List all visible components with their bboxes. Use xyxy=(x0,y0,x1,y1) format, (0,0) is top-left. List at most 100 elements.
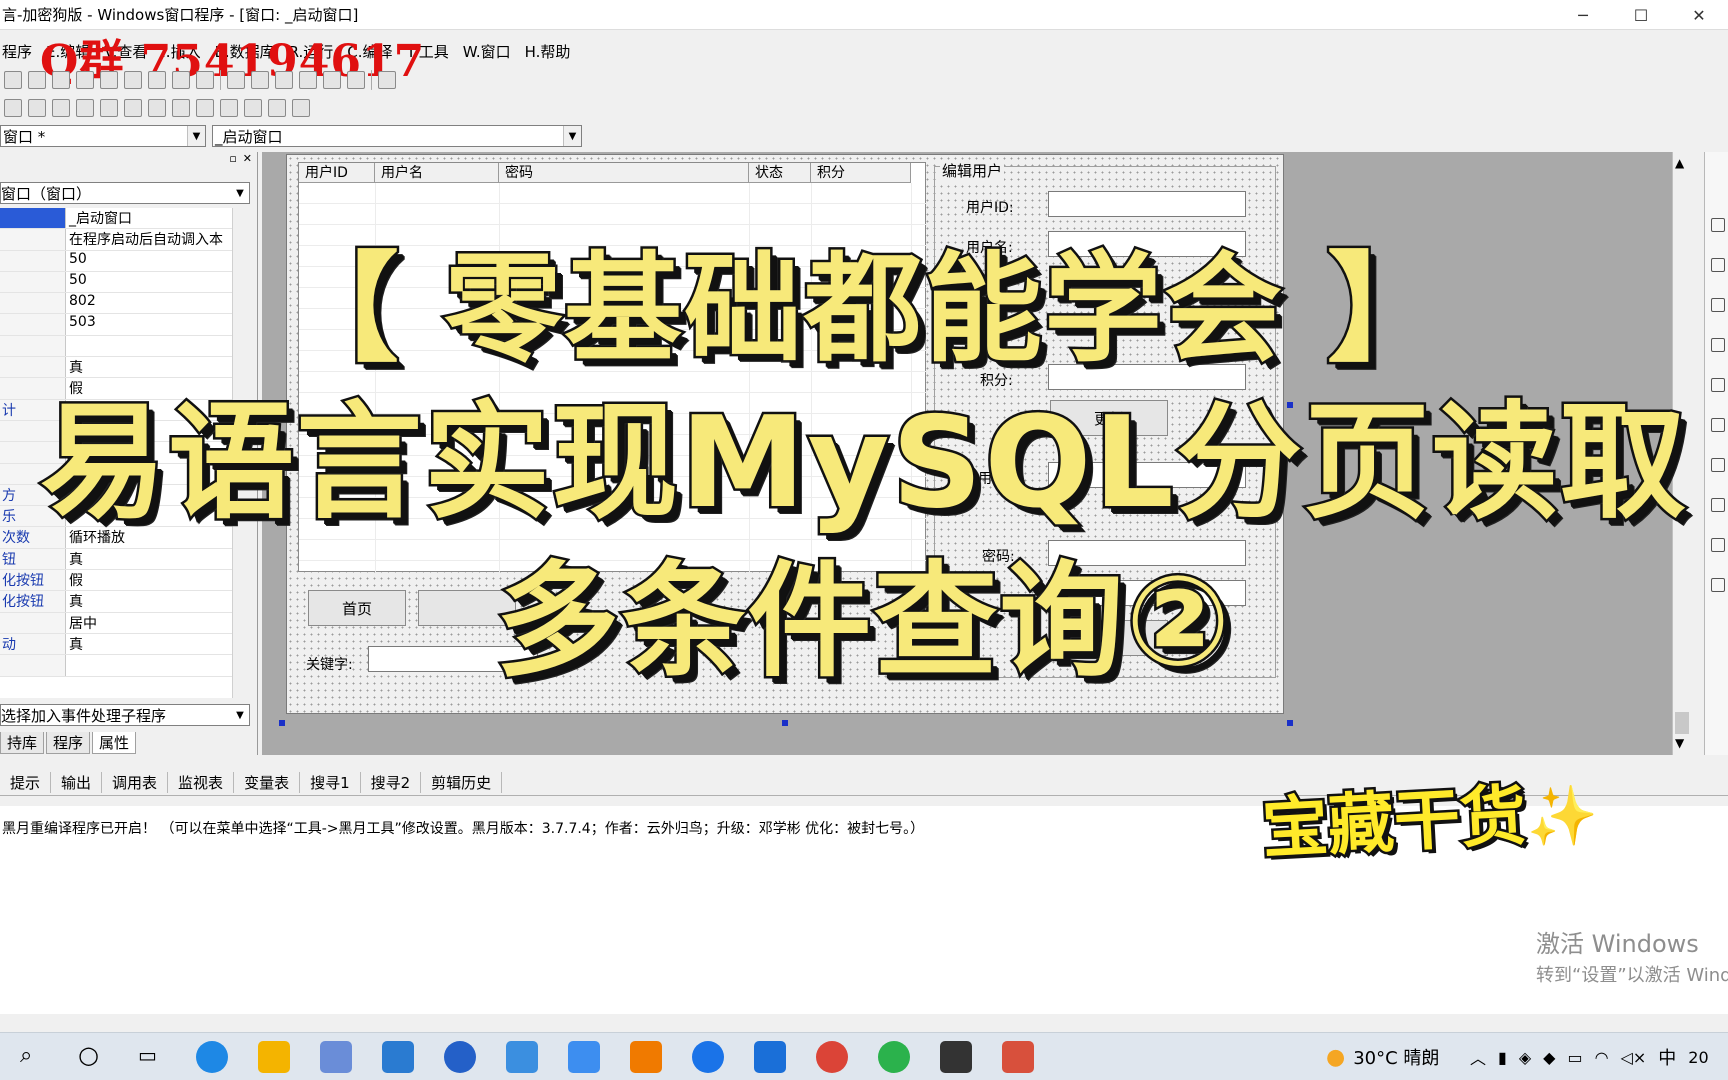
app-icon[interactable] xyxy=(1002,1041,1034,1073)
file-explorer-icon[interactable] xyxy=(258,1041,290,1073)
user-id-input[interactable] xyxy=(1048,191,1246,217)
object-select-combo[interactable]: 窗口（窗口） ▼ xyxy=(0,182,250,204)
e-language-icon[interactable] xyxy=(940,1041,972,1073)
chevron-down-icon[interactable]: ▼ xyxy=(187,126,205,146)
microphone-icon[interactable]: ▮ xyxy=(1498,1048,1507,1067)
new-file-icon[interactable] xyxy=(4,71,22,89)
p-app-icon[interactable] xyxy=(754,1041,786,1073)
volume-icon[interactable]: ◁× xyxy=(1621,1048,1647,1067)
resize-handle[interactable] xyxy=(279,720,285,726)
tab-program[interactable]: 程序 xyxy=(46,732,91,754)
column-header-user-id[interactable]: 用户ID xyxy=(299,163,375,183)
k-app-icon[interactable] xyxy=(692,1041,724,1073)
menu-program[interactable]: 程序 xyxy=(2,41,32,62)
align-top-icon[interactable] xyxy=(52,99,70,117)
tab-variables[interactable]: 变量表 xyxy=(234,772,301,793)
property-value[interactable]: _启动窗口 xyxy=(66,208,232,228)
property-row[interactable]: _启动窗口 xyxy=(0,208,232,230)
feishu-icon[interactable] xyxy=(506,1041,538,1073)
paste-icon[interactable] xyxy=(100,71,118,89)
menu-window[interactable]: W.窗口 xyxy=(463,41,511,62)
align-bottom-icon[interactable] xyxy=(76,99,94,117)
run-icon[interactable] xyxy=(227,71,245,89)
tab-search2[interactable]: 搜寻2 xyxy=(361,772,422,793)
menu-help[interactable]: H.帮助 xyxy=(525,41,571,62)
window-select-combo[interactable]: 窗口 * ▼ xyxy=(0,125,206,147)
tab-call-stack[interactable]: 调用表 xyxy=(102,772,169,793)
chrome-icon[interactable] xyxy=(816,1041,848,1073)
wifi-icon[interactable]: ◠ xyxy=(1595,1048,1609,1067)
same-height-icon[interactable] xyxy=(172,99,190,117)
center-h-icon[interactable] xyxy=(100,99,118,117)
space-h-icon[interactable] xyxy=(196,99,214,117)
tab-watch[interactable]: 监视表 xyxy=(168,772,235,793)
copy-icon[interactable] xyxy=(76,71,94,89)
center-v-icon[interactable] xyxy=(124,99,142,117)
table-row[interactable] xyxy=(299,204,927,225)
column-header-user-name[interactable]: 用户名 xyxy=(375,163,499,183)
minimize-icon[interactable]: ─ xyxy=(1554,0,1612,30)
resize-v-icon[interactable] xyxy=(268,99,286,117)
tab-properties[interactable]: 属性 xyxy=(92,732,137,754)
resize-both-icon[interactable] xyxy=(292,99,310,117)
shield-icon[interactable]: ◈ xyxy=(1519,1048,1531,1067)
edge-icon[interactable] xyxy=(196,1041,228,1073)
step-out-icon[interactable] xyxy=(323,71,341,89)
resize-handle[interactable] xyxy=(782,720,788,726)
pin-icon[interactable]: ▫ xyxy=(229,152,236,170)
column-header-password[interactable]: 密码 xyxy=(499,163,749,183)
hand-icon[interactable] xyxy=(347,71,365,89)
chevron-up-icon[interactable]: ︿ xyxy=(1470,1045,1486,1069)
tab-support-library[interactable]: 持库 xyxy=(0,732,45,754)
maximize-icon[interactable]: ☐ xyxy=(1612,0,1670,30)
scroll-up-icon[interactable]: ▲ xyxy=(1675,156,1684,170)
sublime-icon[interactable] xyxy=(630,1041,662,1073)
weather-widget[interactable]: ● 30°C 晴朗 xyxy=(1326,1033,1439,1080)
app-icon[interactable] xyxy=(444,1041,476,1073)
clock[interactable]: 20 xyxy=(1688,1048,1708,1067)
app-tray-icon[interactable]: ◆ xyxy=(1543,1048,1555,1067)
scroll-thumb[interactable] xyxy=(1675,712,1689,734)
chevron-down-icon[interactable]: ▼ xyxy=(563,126,581,146)
cloud-app-icon[interactable] xyxy=(568,1041,600,1073)
binoculars-icon[interactable] xyxy=(378,71,396,89)
space-v-icon[interactable] xyxy=(220,99,238,117)
pointer-tool-icon[interactable] xyxy=(1711,218,1725,232)
step-into-icon[interactable] xyxy=(275,71,293,89)
tab-output[interactable]: 输出 xyxy=(51,772,103,793)
close-icon[interactable]: ✕ xyxy=(1670,0,1728,30)
undo-icon[interactable] xyxy=(124,71,142,89)
scroll-down-icon[interactable]: ▼ xyxy=(1675,736,1684,750)
cut-icon[interactable] xyxy=(52,71,70,89)
column-header-status[interactable]: 状态 xyxy=(749,163,811,183)
battery-icon[interactable]: ▭ xyxy=(1567,1048,1582,1067)
property-row[interactable]: 在程序启动后自动调入本 xyxy=(0,229,232,251)
mail-icon[interactable] xyxy=(382,1041,414,1073)
save-icon[interactable] xyxy=(28,71,46,89)
search-icon[interactable]: ⌕ xyxy=(20,1043,32,1068)
bookmark-icon[interactable] xyxy=(172,71,190,89)
label-tool-icon[interactable] xyxy=(1711,378,1725,392)
step-over-icon[interactable] xyxy=(299,71,317,89)
stop-icon[interactable] xyxy=(251,71,269,89)
cortana-icon[interactable]: ○ xyxy=(78,1041,99,1069)
align-right-icon[interactable] xyxy=(28,99,46,117)
chevron-down-icon[interactable]: ▼ xyxy=(231,183,249,203)
window-name-combo[interactable]: _启动窗口 ▼ xyxy=(212,125,582,147)
resize-h-icon[interactable] xyxy=(244,99,262,117)
tab-clip-history[interactable]: 剪辑历史 xyxy=(421,772,503,793)
property-value[interactable]: 在程序启动后自动调入本 xyxy=(66,229,232,249)
wechat-icon[interactable] xyxy=(878,1041,910,1073)
store-icon[interactable] xyxy=(320,1041,352,1073)
tab-search1[interactable]: 搜寻1 xyxy=(300,772,361,793)
table-row[interactable] xyxy=(299,183,927,204)
find-icon[interactable] xyxy=(148,71,166,89)
task-view-icon[interactable]: ▭ xyxy=(138,1043,157,1067)
same-width-icon[interactable] xyxy=(148,99,166,117)
column-header-score[interactable]: 积分 xyxy=(811,163,911,183)
tab-hint[interactable]: 提示 xyxy=(0,772,52,793)
ime-indicator[interactable]: 中 xyxy=(1658,1044,1676,1070)
resize-handle[interactable] xyxy=(1287,720,1293,726)
panel-close-icon[interactable]: ✕ xyxy=(243,152,252,170)
event-select-combo[interactable]: 选择加入事件处理子程序 ▼ xyxy=(0,704,250,726)
